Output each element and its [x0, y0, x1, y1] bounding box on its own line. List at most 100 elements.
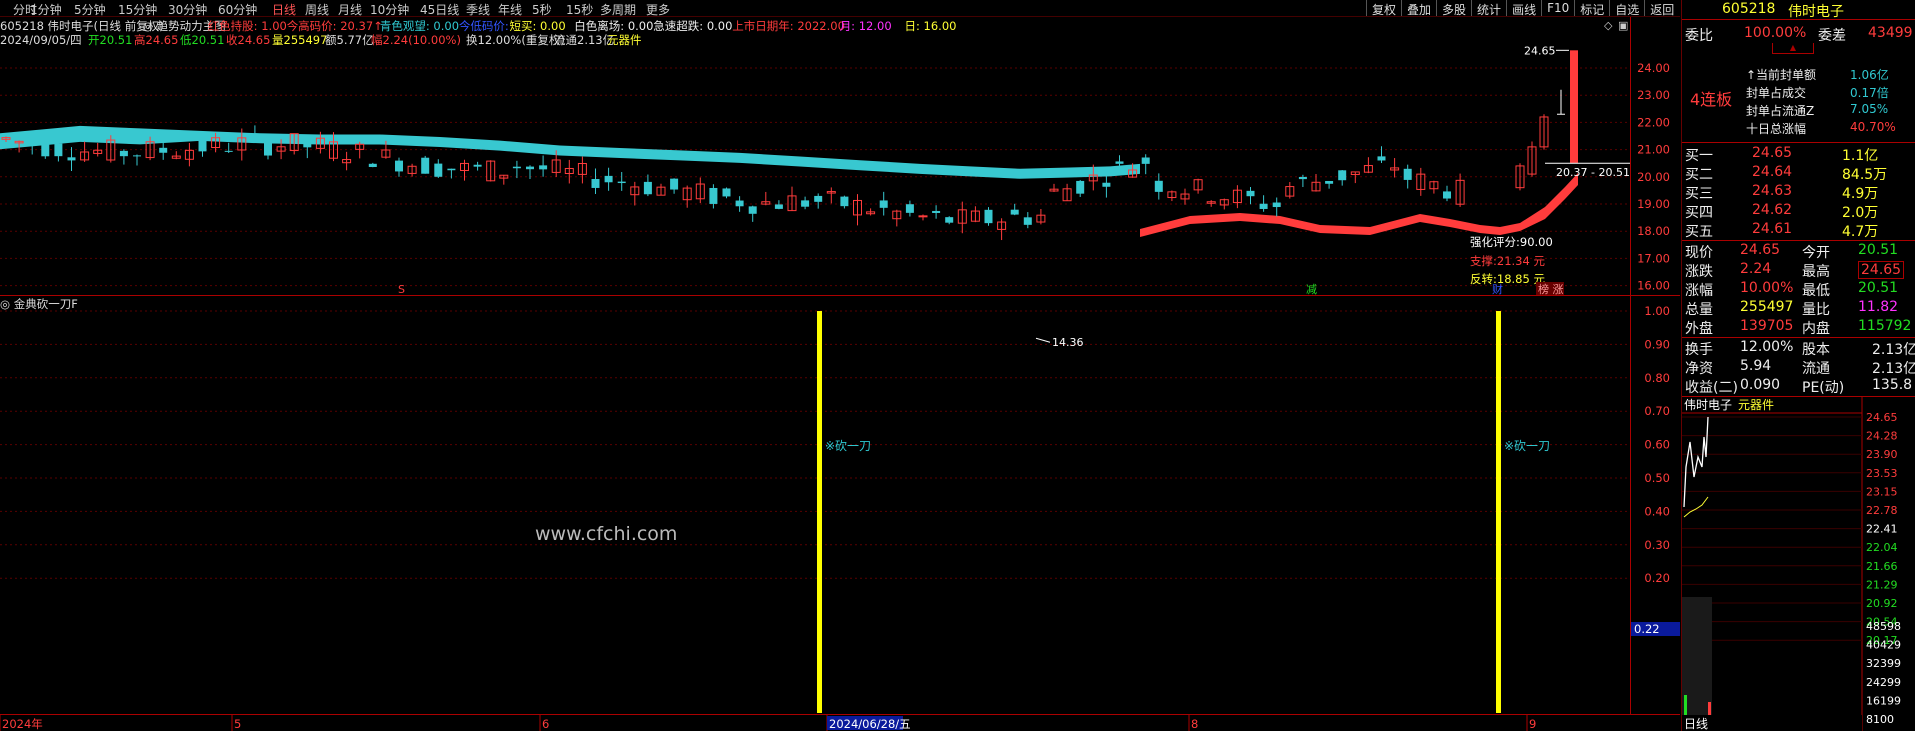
mini-price: 23.90	[1866, 448, 1898, 461]
fin-key: 换手	[1685, 342, 1713, 358]
ohlc-field: 量255497	[272, 33, 327, 47]
candle-body	[1023, 217, 1032, 225]
collapse-arrow-icon[interactable]: ▲	[1772, 43, 1814, 54]
mini-price: 24.28	[1866, 430, 1898, 443]
toolbar-button[interactable]: 自选	[1609, 0, 1644, 17]
toolbar-button[interactable]: 返回	[1644, 0, 1679, 17]
price-tick: 21.00	[1637, 143, 1670, 157]
period-tab[interactable]: 多周期	[600, 1, 636, 18]
quote-key: 总量	[1685, 302, 1713, 318]
price-axis-border	[1630, 17, 1631, 714]
period-tab[interactable]: 季线	[466, 1, 490, 18]
fin-value: 2.13亿	[1872, 342, 1915, 358]
intraday-mini-chart[interactable]: 伟时电子 元器件 24.65 24.28 23.90 23.53 23.15 22.78 22.…	[1682, 397, 1915, 731]
candle-body	[421, 157, 430, 174]
candle-body	[840, 196, 849, 207]
period-tab[interactable]: 30分钟	[168, 1, 207, 18]
price-tick: 16.00	[1637, 279, 1670, 293]
quote-value: 2.24	[1740, 261, 1772, 277]
seal-value: 0.17倍	[1850, 86, 1889, 100]
indicator-tick: 0.40	[1644, 504, 1670, 518]
period-tab[interactable]: 年线	[498, 1, 522, 18]
candle-body	[735, 200, 744, 207]
mini-vol: 24299	[1866, 676, 1901, 689]
price-tick: 20.00	[1637, 170, 1670, 184]
mini-price: 23.53	[1866, 467, 1898, 480]
period-tab[interactable]: 15分钟	[118, 1, 157, 18]
period-tab[interactable]: 10分钟	[370, 1, 409, 18]
period-tab[interactable]: 5秒	[532, 1, 552, 18]
bid-level: 买二	[1685, 167, 1713, 183]
mini-price: 23.15	[1866, 485, 1898, 498]
ohlc-field: 额5.77亿	[325, 33, 374, 47]
toolbar-button[interactable]: 画线	[1506, 0, 1541, 17]
candle-body	[1154, 180, 1163, 192]
candle-body	[1102, 182, 1111, 187]
mini-price: 24.65	[1866, 411, 1898, 424]
date-label: 2024/06/28/五	[829, 717, 911, 731]
bid-level: 买五	[1685, 224, 1713, 240]
indicator-tick: 0.90	[1644, 337, 1670, 351]
bang-mark: 榜 涨	[1538, 282, 1564, 296]
header-field: 今高码价: 20.37↑	[287, 19, 383, 33]
ohlc-field: 高24.65	[134, 33, 178, 47]
low-label: 14.36	[1052, 336, 1084, 349]
quote-key: 涨跌	[1685, 264, 1713, 280]
indicator-name: ◎ 金典砍一刀F	[0, 297, 78, 311]
candle-body	[1141, 157, 1150, 164]
period-tab[interactable]: 日线	[272, 1, 296, 18]
bid-price: 24.63	[1752, 183, 1793, 199]
quote-value: 139705	[1740, 318, 1794, 334]
toolbar-button[interactable]: 多股	[1436, 0, 1471, 17]
quote-value: 24.65	[1858, 261, 1905, 279]
mini-price: 22.78	[1866, 504, 1898, 517]
period-tab[interactable]: 1分钟	[30, 1, 62, 18]
toolbar-button[interactable]: 复权	[1366, 0, 1401, 17]
s-mark: S	[398, 283, 405, 296]
mini-price: 21.29	[1866, 578, 1898, 591]
seal-value: 1.06亿	[1850, 68, 1889, 82]
candle-body	[879, 200, 888, 208]
range-label: 20.37 - 20.51	[1556, 166, 1630, 179]
indicator-tick: 0.50	[1644, 471, 1670, 485]
mini-vol: 8100	[1866, 713, 1894, 726]
indicator-tick: 0.70	[1644, 404, 1670, 418]
quote-key: 量比	[1802, 302, 1830, 318]
daily-tab: 日线	[1684, 717, 1708, 731]
header-field: 青色观望: 0.00	[380, 19, 459, 33]
toolbar-button[interactable]: 叠加	[1401, 0, 1436, 17]
period-tab[interactable]: 周线	[305, 1, 329, 18]
candle-body	[512, 166, 521, 169]
period-tab[interactable]: 45日线	[420, 1, 459, 18]
bid-volume: 2.0万	[1842, 205, 1879, 221]
period-tab[interactable]: 月线	[338, 1, 362, 18]
toolbar-button[interactable]: 统计	[1471, 0, 1506, 17]
candle-body	[1246, 190, 1255, 197]
candle-body	[473, 164, 482, 167]
quote-key: 内盘	[1802, 321, 1830, 337]
candle-body	[1076, 180, 1085, 194]
weicha-value: 43499	[1868, 25, 1913, 41]
toolbar-button[interactable]: F10	[1541, 0, 1574, 16]
bid-volume: 4.7万	[1842, 224, 1879, 240]
period-tab[interactable]: 5分钟	[74, 1, 106, 18]
price-tick: 19.00	[1637, 197, 1670, 211]
candle-body	[643, 181, 652, 195]
candle-body	[250, 133, 259, 136]
period-tab[interactable]: 更多	[646, 1, 670, 18]
candle-body	[1272, 202, 1281, 208]
period-tab[interactable]: 60分钟	[218, 1, 257, 18]
date-label: 6	[542, 717, 549, 731]
indicator-tick: 0.60	[1644, 438, 1670, 452]
toolbar-button[interactable]: 标记	[1574, 0, 1609, 17]
ohlc-field: 换12.00%(重复权)	[466, 33, 565, 47]
watermark: www.cfchi.com	[535, 523, 677, 545]
weicha-label: 委差	[1818, 28, 1846, 44]
kline-chart[interactable]: 605218 伟时电子(日线 前复权)◎ 趋势动力主图红色持股: 1.00 今高码…	[0, 17, 1680, 731]
header-field: 短买: 0.00	[510, 19, 566, 33]
quote-value: 10.00%	[1740, 280, 1794, 296]
candle-body	[932, 210, 941, 213]
period-tab[interactable]: 15秒	[566, 1, 593, 18]
window-icon: ▣	[1618, 19, 1628, 32]
mini-avg-line	[1683, 496, 1709, 518]
